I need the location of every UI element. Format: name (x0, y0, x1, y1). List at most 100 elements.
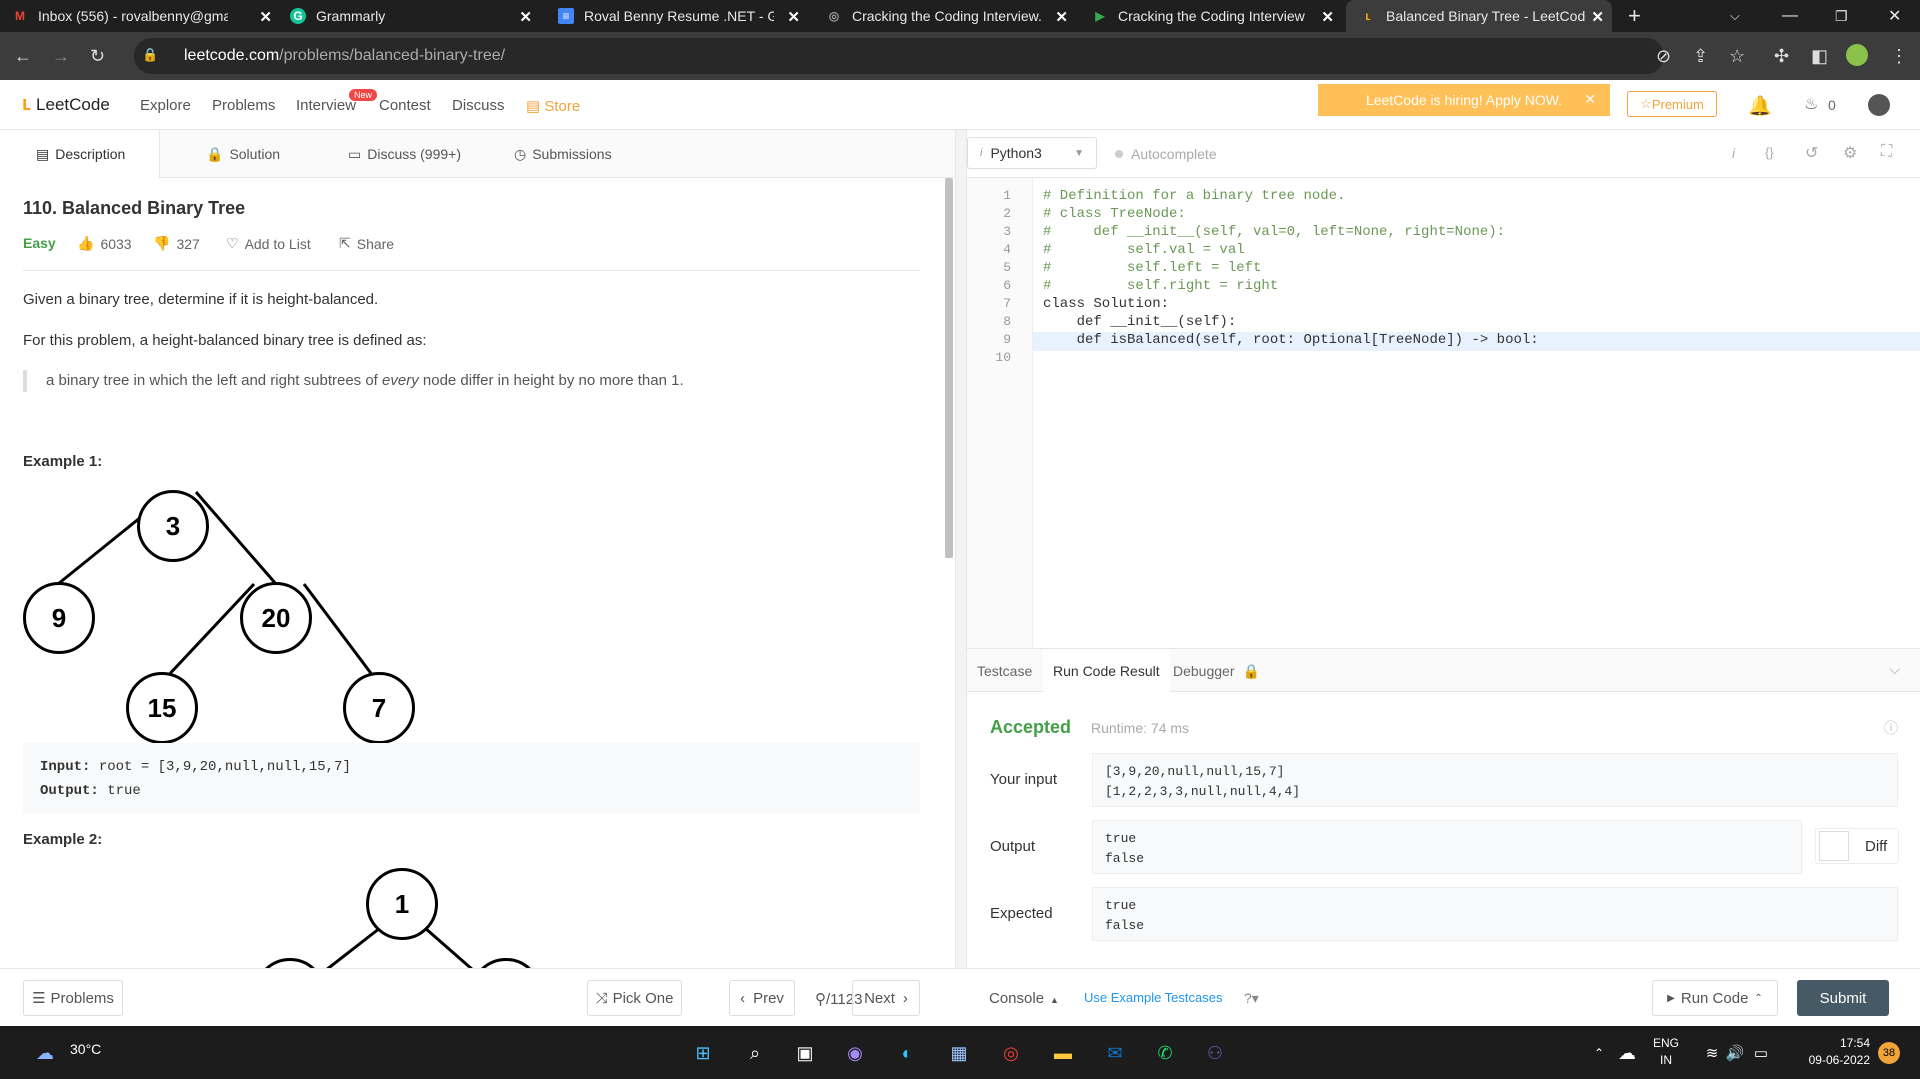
braces-icon[interactable]: {} (1765, 145, 1774, 160)
caret-down-icon: ▼ (1074, 147, 1084, 159)
share-button[interactable]: ⇱ Share (339, 235, 394, 252)
eye-off-icon[interactable]: ⊘ (1656, 46, 1671, 67)
chevron-down-icon[interactable]: ⌵ (1730, 0, 1740, 32)
leetcode-logo[interactable]: ʟ LeetCode (22, 93, 110, 116)
fullscreen-icon[interactable]: ⛶ (1881, 143, 1892, 161)
panel-resize-handle[interactable] (955, 130, 967, 968)
close-icon[interactable]: ✕ (519, 8, 532, 26)
code-editor[interactable]: 1 2 3 4 5 6 7 8 9 10 # Definition for a binary tr… (967, 178, 1920, 648)
nav-contest[interactable]: Contest (379, 97, 431, 114)
fire-count: 0 (1828, 97, 1836, 113)
nav-interview[interactable]: Interview (296, 97, 356, 114)
url-input[interactable]: 🔒 leetcode.com/problems/balanced-binary-… (134, 38, 1664, 74)
language-indicator[interactable]: ENG IN (1653, 1035, 1679, 1069)
forward-icon[interactable]: → (52, 46, 70, 67)
onedrive-icon[interactable]: ☁ (1612, 1038, 1642, 1068)
task-view-icon[interactable]: ▣ (790, 1038, 820, 1068)
tab-testcase[interactable]: Testcase (967, 649, 1042, 693)
windows-start-icon[interactable]: ⊞ (688, 1038, 718, 1068)
next-button[interactable]: Next › (852, 980, 920, 1016)
settings-icon[interactable]: ⚙ (1843, 143, 1857, 163)
tab-cracking-play[interactable]: ▶ Cracking the Coding Interview - ✕ (1092, 0, 1342, 32)
weather-icon[interactable]: ☁ (30, 1038, 60, 1068)
lang-line: IN (1660, 1053, 1672, 1067)
code-line: # self.val = val (1043, 242, 1245, 258)
sidepanel-icon[interactable]: ◧ (1811, 46, 1828, 67)
add-to-list-button[interactable]: ♡ Add to List (226, 235, 311, 252)
help-icon[interactable]: ⓘ (1884, 718, 1898, 738)
nav-store[interactable]: ▤ Store (526, 97, 580, 115)
reset-icon[interactable]: ↺ (1805, 143, 1818, 163)
hiring-banner[interactable]: LeetCode is hiring! Apply NOW. ✕ (1318, 84, 1610, 116)
tab-cracking-pdf[interactable]: ◎ Cracking the Coding Interview.p ✕ (826, 0, 1076, 32)
close-icon[interactable]: ✕ (1584, 91, 1596, 108)
chevron-down-icon[interactable]: ⌵ (1889, 661, 1900, 678)
back-icon[interactable]: ← (14, 46, 32, 67)
chevron-up-icon[interactable]: ⌃ (1584, 1038, 1614, 1068)
teams-chat-icon[interactable]: ◉ (840, 1038, 870, 1068)
tab-grammarly[interactable]: G Grammarly ✕ (290, 0, 540, 32)
close-icon[interactable]: ✕ (1321, 8, 1334, 26)
tab-solution[interactable]: 🔒 Solution (206, 130, 280, 178)
close-icon[interactable]: ✕ (1055, 8, 1068, 26)
tab-gmail[interactable]: M Inbox (556) - rovalbenny@gmai ✕ (12, 0, 280, 32)
description-scrollbar[interactable] (945, 178, 953, 558)
language-select[interactable]: i Python3 ▼ (967, 137, 1097, 169)
battery-icon[interactable]: ▭ (1746, 1038, 1776, 1068)
new-tab-button[interactable]: + (1628, 0, 1641, 32)
problems-button[interactable]: ☰ Problems (23, 980, 123, 1016)
close-icon[interactable]: ✕ (1591, 8, 1604, 26)
tab-description[interactable]: ▤ Description (0, 130, 160, 178)
star-icon[interactable]: ☆ (1729, 46, 1745, 67)
dislike-button[interactable]: 👎 327 (153, 235, 200, 252)
menu-dots-icon[interactable]: ⋮ (1890, 46, 1908, 67)
whatsapp-icon[interactable]: ✆ (1150, 1038, 1180, 1068)
tab-submissions[interactable]: ◷ Submissions (514, 130, 612, 178)
submit-button[interactable]: Submit (1797, 980, 1889, 1016)
nav-problems[interactable]: Problems (212, 97, 275, 114)
notification-badge[interactable]: 38 (1878, 1042, 1900, 1064)
tab-leetcode[interactable]: ʟ Balanced Binary Tree - LeetCode ✕ (1346, 0, 1612, 32)
tab-discuss[interactable]: ▭ Discuss (999+) (348, 130, 461, 178)
close-icon[interactable]: ✕ (787, 8, 800, 26)
nav-discuss[interactable]: Discuss (452, 97, 505, 114)
pick-one-button[interactable]: ⤨ Pick One (587, 980, 682, 1016)
extensions-icon[interactable]: ✣ (1774, 46, 1789, 67)
tab-docs[interactable]: ≡ Roval Benny Resume .NET - Goo ✕ (558, 0, 808, 32)
restore-icon[interactable]: ❐ (1835, 0, 1848, 32)
add-to-list-label: Add to List (244, 235, 311, 252)
lock-icon: 🔒 (1242, 662, 1260, 679)
fire-icon[interactable]: ♨ (1804, 94, 1818, 114)
like-button[interactable]: 👍 6033 (77, 235, 132, 252)
window-close-icon[interactable]: ✕ (1888, 0, 1901, 32)
tab-run-code-result[interactable]: Run Code Result (1043, 649, 1170, 693)
diff-toggle[interactable]: Diff (1815, 828, 1899, 864)
autocomplete-toggle[interactable]: Autocomplete (1115, 146, 1217, 162)
use-example-testcases-link[interactable]: Use Example Testcases (1084, 990, 1223, 1005)
premium-button[interactable]: ☆ Premium (1627, 91, 1717, 117)
line-number: 7 (1003, 296, 1011, 311)
outlook-icon[interactable]: ✉ (1100, 1038, 1130, 1068)
run-code-button[interactable]: ▶ Run Code ⌃ (1652, 980, 1778, 1016)
output-label: Output (990, 838, 1036, 855)
share-icon[interactable]: ⇪ (1693, 46, 1708, 67)
avatar[interactable] (1846, 44, 1868, 66)
search-icon[interactable]: ⌕ (740, 1038, 770, 1068)
minimize-icon[interactable]: — (1782, 0, 1798, 32)
reload-icon[interactable]: ↻ (90, 46, 105, 67)
file-explorer-icon[interactable]: ▬ (1048, 1038, 1078, 1068)
info-icon[interactable]: i (1732, 145, 1735, 161)
prev-button[interactable]: ‹ Prev (729, 980, 795, 1016)
teams-icon[interactable]: ⚇ (1200, 1038, 1230, 1068)
tab-debugger[interactable]: Debugger 🔒 (1163, 649, 1270, 693)
console-toggle[interactable]: Console ▲ (989, 990, 1059, 1007)
chrome-icon[interactable]: ◎ (996, 1038, 1026, 1068)
close-icon[interactable]: ✕ (259, 8, 272, 26)
edge-icon[interactable]: ◐ (892, 1038, 922, 1068)
help-icon[interactable]: ?▾ (1244, 990, 1259, 1007)
user-avatar-icon[interactable] (1868, 94, 1890, 116)
photos-icon[interactable]: ▦ (944, 1038, 974, 1068)
nav-explore[interactable]: Explore (140, 97, 191, 114)
bell-icon[interactable]: 🔔 (1748, 94, 1772, 118)
clock[interactable]: 17:54 09-06-2022 (1790, 1035, 1870, 1069)
